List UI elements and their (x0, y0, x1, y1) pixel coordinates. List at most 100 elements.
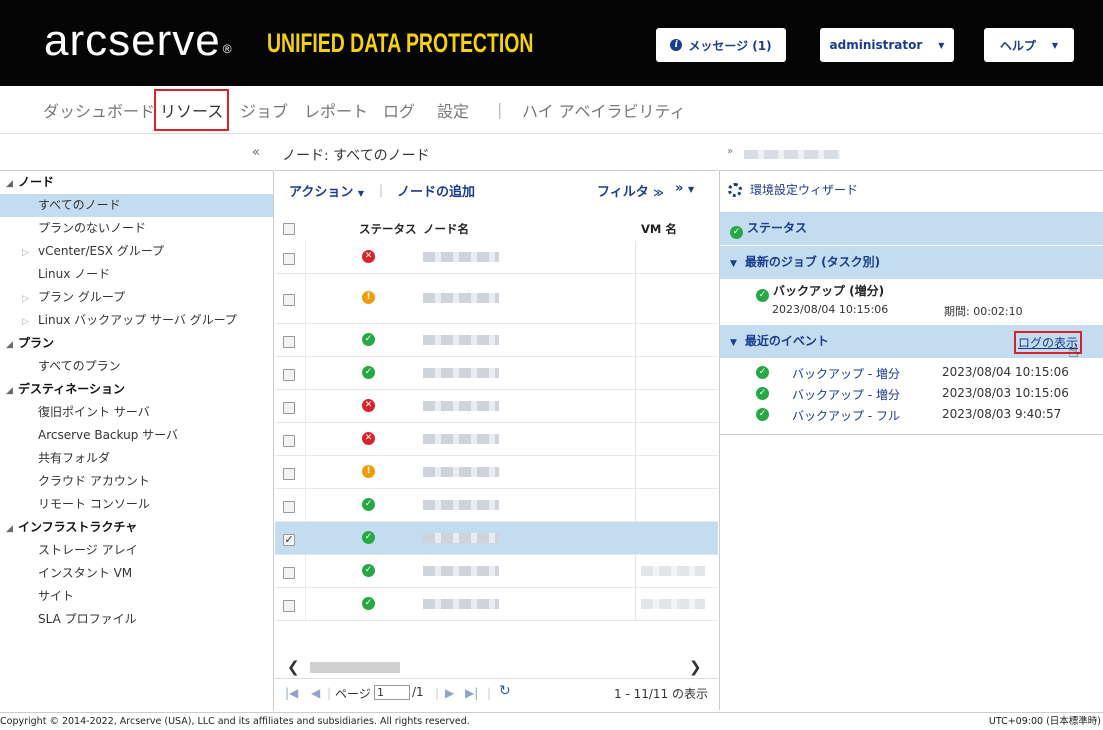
select-all-checkbox[interactable] (283, 223, 295, 235)
nav-settings[interactable]: 設定 (437, 98, 469, 122)
tree-label: すべてのノード (38, 198, 121, 212)
row-checkbox[interactable] (283, 401, 295, 414)
tree-item-vcenter-group[interactable]: ▷ vCenter/ESX グループ (0, 240, 273, 263)
node-name-cell (423, 598, 499, 609)
column-vm-name[interactable]: VM 名 (641, 221, 677, 237)
nav-resources[interactable]: リソース (154, 89, 230, 131)
tree-item-cloud-account[interactable]: クラウド アカウント (0, 470, 273, 493)
tree-section-destinations[interactable]: ◢ デスティネーション (0, 378, 273, 401)
user-menu-button[interactable]: administrator ▼ (820, 28, 954, 62)
pager-separator: | (327, 686, 332, 700)
event-name[interactable]: バックアップ - 増分 (792, 365, 900, 382)
event-name[interactable]: バックアップ - 増分 (792, 386, 900, 403)
tree-item-nodes-without-plan[interactable]: プランのないノード (0, 217, 273, 240)
tree-item-sla-profile[interactable]: SLA プロファイル (0, 608, 273, 631)
table-row[interactable]: ! (275, 274, 718, 324)
table-row[interactable]: ✕ (275, 423, 718, 456)
next-page-icon[interactable]: ▶ (445, 686, 454, 700)
last-page-icon[interactable]: ▶| (465, 686, 478, 700)
tree-item-sites[interactable]: サイト (0, 585, 273, 608)
row-checkbox[interactable] (283, 500, 295, 513)
help-button[interactable]: ヘルプ ▼ (984, 28, 1074, 62)
latest-job-header[interactable]: ▼ 最新のジョブ (タスク別) (720, 246, 1103, 279)
column-node-name[interactable]: ノード名 (423, 221, 469, 237)
nav-reports[interactable]: レポート (304, 98, 368, 122)
main-nav: ダッシュボード リソース ジョブ レポート ログ 設定 | ハイ アベイラビリテ… (0, 86, 1103, 134)
nav-jobs[interactable]: ジョブ (240, 98, 288, 122)
collapsed-triangle-icon[interactable]: ▷ (22, 288, 38, 311)
prev-page-icon[interactable]: ◀ (311, 686, 320, 700)
table-row[interactable]: ! (275, 456, 718, 489)
timezone-text: UTC+09:00 (日本標準時) (988, 716, 1101, 727)
add-node-button[interactable]: ノードの追加 (397, 181, 475, 200)
first-page-icon[interactable]: |◀ (285, 686, 298, 700)
help-label: ヘルプ (999, 38, 1036, 53)
table-row[interactable]: ✓ (275, 324, 718, 357)
horizontal-scrollbar[interactable]: ❮ ❯ (275, 658, 718, 676)
tree-item-shared-folder[interactable]: 共有フォルダ (0, 447, 273, 470)
tree-section-plans[interactable]: ◢ プラン (0, 332, 273, 355)
row-checkbox[interactable] (283, 368, 295, 381)
refresh-icon[interactable]: ↻ (499, 683, 511, 699)
expand-panel-icon[interactable]: » (727, 146, 733, 157)
nav-high-availability[interactable]: ハイ アベイラビリティ (522, 98, 686, 122)
tree-item-remote-console[interactable]: リモート コンソール (0, 493, 273, 516)
row-checkbox[interactable] (283, 252, 295, 265)
collapsed-triangle-icon[interactable]: ▷ (22, 311, 38, 334)
tree-item-arcserve-backup-server[interactable]: Arcserve Backup サーバ (0, 424, 273, 447)
configuration-wizard-link[interactable]: 環境設定ウィザード (728, 181, 858, 198)
collapse-panel-icon[interactable]: « (252, 145, 260, 160)
scroll-right-icon[interactable]: ❯ (689, 658, 702, 676)
row-checkbox[interactable] (283, 294, 295, 306)
check-circle-icon: ✓ (730, 226, 743, 239)
tree-item-recovery-point-server[interactable]: 復旧ポイント サーバ (0, 401, 273, 424)
column-status[interactable]: ステータス (359, 221, 417, 237)
node-name-cell (423, 293, 499, 303)
event-name[interactable]: バックアップ - フル (792, 407, 900, 424)
table-row[interactable]: ✕ (275, 241, 718, 274)
node-name-cell (423, 251, 499, 262)
nav-dashboard[interactable]: ダッシュボード (43, 98, 155, 122)
tree-label: Linux ノード (38, 267, 111, 281)
row-checkbox[interactable]: ✓ (283, 533, 295, 546)
collapsed-triangle-icon[interactable]: ▷ (22, 242, 38, 265)
tree-item-plan-group[interactable]: ▷ プラン グループ (0, 286, 273, 309)
grid-rows: ✕! ✓ ✓ ✕ ✕! ✓ ✓ ✓ ✓ ✓ (275, 241, 718, 621)
tree-item-all-nodes[interactable]: すべてのノード (0, 194, 273, 217)
table-row[interactable]: ✓ ✓ (275, 522, 718, 555)
row-checkbox[interactable] (283, 467, 295, 480)
status-header[interactable]: ✓ ステータス (720, 212, 1103, 245)
tree-item-instant-vm[interactable]: インスタント VM (0, 562, 273, 585)
tree-label: vCenter/ESX グループ (38, 244, 165, 258)
table-row[interactable]: ✓ (275, 588, 718, 621)
tree-section-nodes[interactable]: ◢ ノード (0, 171, 273, 194)
status-ok-icon: ✓ (362, 563, 375, 577)
page-input[interactable]: 1 (374, 685, 410, 700)
row-checkbox[interactable] (283, 434, 295, 447)
more-label: » (675, 181, 684, 196)
tree-item-linux-backup-server-group[interactable]: ▷ Linux バックアップ サーバ グループ (0, 309, 273, 332)
tree-item-storage-array[interactable]: ストレージ アレイ (0, 539, 273, 562)
scrollbar-thumb[interactable] (310, 662, 400, 673)
tree-label: ストレージ アレイ (38, 543, 138, 557)
row-checkbox[interactable] (283, 335, 295, 348)
tree-item-linux-nodes[interactable]: Linux ノード (0, 263, 273, 286)
more-columns-button[interactable]: » ▼ (675, 181, 694, 196)
table-row[interactable]: ✕ (275, 390, 718, 423)
row-checkbox[interactable] (283, 566, 295, 579)
table-row[interactable]: ✓ (275, 489, 718, 522)
scroll-left-icon[interactable]: ❮ (287, 658, 300, 676)
node-name-cell (423, 466, 499, 477)
actions-menu[interactable]: アクション ▼ (289, 181, 364, 200)
tree-label: クラウド アカウント (38, 474, 150, 488)
table-row[interactable]: ✓ (275, 357, 718, 390)
page-title: ノード: すべてのノード (282, 148, 430, 164)
filter-button[interactable]: フィルタ ≫ (597, 181, 664, 200)
logo-text: arcserve (44, 16, 221, 65)
row-checkbox[interactable] (283, 599, 295, 612)
nav-logs[interactable]: ログ (383, 98, 415, 122)
table-row[interactable]: ✓ (275, 555, 718, 588)
tree-item-all-plans[interactable]: すべてのプラン (0, 355, 273, 378)
messages-button[interactable]: i メッセージ (1) (656, 28, 786, 62)
tree-section-infrastructure[interactable]: ◢ インフラストラクチャ (0, 516, 273, 539)
